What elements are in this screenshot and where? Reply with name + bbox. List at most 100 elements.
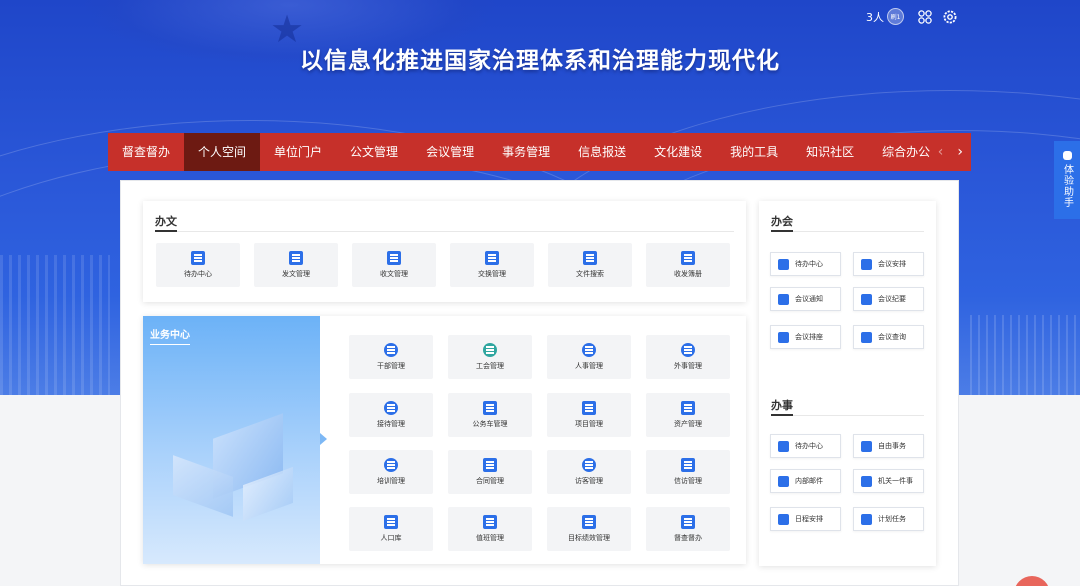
- tile-label: 资产管理: [674, 420, 702, 428]
- btn-meeting-arrange[interactable]: 会议安排: [853, 252, 924, 276]
- tile-training-management[interactable]: 培训管理: [349, 450, 433, 494]
- tile-label: 接待管理: [377, 420, 405, 428]
- banwen-panel: 办文 待办中心 发文管理 收文管理 交换管理 文件搜索 收发簿册: [143, 201, 746, 302]
- tile-performance-management[interactable]: 目标绩效管理: [547, 507, 631, 551]
- tile-label: 工会管理: [476, 362, 504, 370]
- contract-icon: [483, 458, 497, 472]
- btn-one-thing[interactable]: 机关一件事: [853, 469, 924, 493]
- tile-register-book[interactable]: 收发簿册: [646, 243, 730, 287]
- tile-label: 收文管理: [380, 270, 408, 278]
- tile-petition-management[interactable]: 信访管理: [646, 450, 730, 494]
- bar-chart-icon: [582, 515, 596, 529]
- btn-plan-tasks[interactable]: 计划任务: [853, 507, 924, 531]
- nav-item-document-management[interactable]: 公文管理: [336, 133, 412, 171]
- tile-label: 访客管理: [575, 477, 603, 485]
- btn-meeting-query[interactable]: 会议查询: [853, 325, 924, 349]
- nav-item-unit-portal[interactable]: 单位门户: [260, 133, 336, 171]
- button-label: 会议纪要: [878, 295, 906, 303]
- document-send-icon: [289, 251, 303, 265]
- button-label: 会议安排: [878, 260, 906, 268]
- btn-affairs-todo[interactable]: 待办中心: [770, 434, 841, 458]
- tile-label: 值班管理: [476, 534, 504, 542]
- robot-icon: [1062, 151, 1072, 160]
- nav-item-info-report[interactable]: 信息报送: [564, 133, 640, 171]
- bus-icon: [483, 401, 497, 415]
- tile-project-management[interactable]: 项目管理: [547, 393, 631, 437]
- user-avatar[interactable]: 刷1: [887, 8, 904, 25]
- nav-item-knowledge[interactable]: 知识社区: [792, 133, 868, 171]
- button-label: 自由事务: [878, 442, 906, 450]
- btn-internal-mail[interactable]: 内部邮件: [770, 469, 841, 493]
- tile-foreign-affairs[interactable]: 外事管理: [646, 335, 730, 379]
- btn-meeting-todo[interactable]: 待办中心: [770, 252, 841, 276]
- apps-grid-icon[interactable]: [918, 10, 932, 24]
- chevron-right-icon[interactable]: ›: [957, 144, 963, 160]
- money-bag-icon: [681, 401, 695, 415]
- tile-population-database[interactable]: 人口库: [349, 507, 433, 551]
- document-receive-icon: [387, 251, 401, 265]
- nav-item-personal-space[interactable]: 个人空间: [184, 133, 261, 171]
- megaphone-icon: [778, 293, 789, 305]
- person-icon: [582, 343, 596, 357]
- city-decoration-right: [970, 315, 1080, 395]
- tile-label: 外事管理: [674, 362, 702, 370]
- btn-schedule[interactable]: 日程安排: [770, 507, 841, 531]
- nav-item-my-tools[interactable]: 我的工具: [716, 133, 792, 171]
- btn-meeting-minutes[interactable]: 会议纪要: [853, 287, 924, 311]
- tile-dispatch-management[interactable]: 发文管理: [254, 243, 338, 287]
- tile-file-search[interactable]: 文件搜索: [548, 243, 632, 287]
- tile-hr-management[interactable]: 人事管理: [547, 335, 631, 379]
- button-label: 计划任务: [878, 515, 906, 523]
- nav-item-duchaduban[interactable]: 督查督办: [108, 133, 184, 171]
- button-label: 日程安排: [795, 515, 823, 523]
- chevron-left-icon[interactable]: ‹: [938, 144, 944, 160]
- tile-label: 项目管理: [575, 420, 603, 428]
- btn-free-affairs[interactable]: 自由事务: [853, 434, 924, 458]
- online-user-count[interactable]: 3人: [866, 9, 884, 25]
- tile-duty-management[interactable]: 值班管理: [448, 507, 532, 551]
- tile-label: 文件搜索: [576, 270, 604, 278]
- tile-todo-center[interactable]: 待办中心: [156, 243, 240, 287]
- document-search-icon: [583, 251, 597, 265]
- tile-label: 发文管理: [282, 270, 310, 278]
- tile-label: 目标绩效管理: [568, 534, 610, 542]
- tile-supervision[interactable]: 督查督办: [646, 507, 730, 551]
- experience-assistant-button[interactable]: 体验助手: [1054, 141, 1080, 219]
- tile-cadre-management[interactable]: 干部管理: [349, 335, 433, 379]
- nav-item-general-office[interactable]: 综合办公: [868, 133, 944, 171]
- tile-official-vehicle[interactable]: 公务车管理: [448, 393, 532, 437]
- globe-icon: [681, 343, 695, 357]
- mail-icon: [778, 475, 789, 487]
- tile-visitor-management[interactable]: 访客管理: [547, 450, 631, 494]
- document-icon: [191, 251, 205, 265]
- project-board-icon: [582, 401, 596, 415]
- tile-label: 干部管理: [377, 362, 405, 370]
- gavel-icon: [861, 293, 872, 305]
- tile-union-management[interactable]: 工会管理: [448, 335, 532, 379]
- tile-exchange-management[interactable]: 交换管理: [450, 243, 534, 287]
- banwen-title: 办文: [155, 215, 177, 228]
- tile-receive-management[interactable]: 收文管理: [352, 243, 436, 287]
- supervision-icon: [681, 515, 695, 529]
- nav-item-affairs-management[interactable]: 事务管理: [488, 133, 564, 171]
- nav-item-culture[interactable]: 文化建设: [640, 133, 716, 171]
- hero-title: 以信息化推进国家治理体系和治理能力现代化: [300, 48, 780, 74]
- city-decoration: [0, 255, 110, 395]
- document-book-icon: [681, 251, 695, 265]
- assistant-label: 体验助手: [1061, 164, 1073, 208]
- divider: [771, 414, 924, 416]
- document-icon: [778, 440, 789, 452]
- petition-icon: [681, 458, 695, 472]
- settings-gear-icon[interactable]: [942, 9, 958, 25]
- banshi-title: 办事: [771, 399, 793, 412]
- tile-contract-management[interactable]: 合同管理: [448, 450, 532, 494]
- divider: [771, 230, 924, 232]
- tile-reception-management[interactable]: 接待管理: [349, 393, 433, 437]
- tile-label: 合同管理: [476, 477, 504, 485]
- btn-meeting-seating[interactable]: 会议排座: [770, 325, 841, 349]
- floating-action-button[interactable]: [1014, 576, 1050, 586]
- btn-meeting-notice[interactable]: 会议通知: [770, 287, 841, 311]
- nav-item-meeting-management[interactable]: 会议管理: [412, 133, 488, 171]
- button-label: 会议通知: [795, 295, 823, 303]
- tile-asset-management[interactable]: 资产管理: [646, 393, 730, 437]
